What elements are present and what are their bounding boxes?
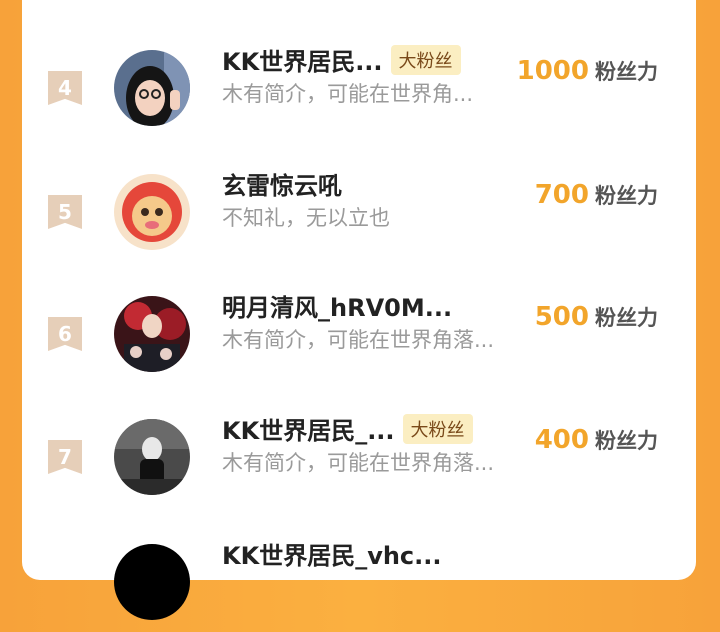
user-name[interactable]: KK世界居民_... 大粉丝 [222, 411, 473, 446]
ranking-row[interactable]: 4 KK世界居民... 大粉丝 木有简介，可能在世界角... 1000 粉丝力 [22, 38, 696, 138]
user-desc: 木有简介，可能在世界角... [222, 82, 474, 106]
user-name-text: KK世界居民_vhc... [222, 542, 442, 570]
fan-power-value: 400 [534, 425, 589, 455]
fan-power-unit: 粉丝力 [595, 184, 658, 208]
big-fan-badge: 大粉丝 [390, 45, 461, 75]
fan-power-value: 1000 [516, 56, 589, 86]
fan-power-value: 500 [534, 302, 589, 332]
ranking-row[interactable]: 6 明月清风_hRV0M... 木有简介，可能在世界角落... 500 粉丝力 [22, 284, 696, 384]
fan-power: 500 粉丝力 [535, 302, 658, 332]
big-fan-badge: 大粉丝 [402, 414, 473, 444]
fan-power-unit: 粉丝力 [595, 306, 658, 330]
fan-ranking-card: 4 KK世界居民... 大粉丝 木有简介，可能在世界角... 1000 粉丝力 5 [22, 0, 696, 620]
avatar[interactable] [114, 419, 190, 495]
user-desc: 木有简介，可能在世界角落... [222, 451, 495, 475]
rank-badge: 6 [48, 317, 82, 351]
user-name-text: KK世界居民_... [222, 417, 395, 445]
avatar[interactable] [114, 544, 190, 620]
rank-badge: 4 [48, 71, 82, 105]
ranking-row[interactable]: KK世界居民_vhc... [22, 532, 696, 632]
ranking-row[interactable]: 7 KK世界居民_... 大粉丝 木有简介，可能在世界角落... 400 粉丝力 [22, 407, 696, 507]
rank-badge: 5 [48, 195, 82, 229]
user-name[interactable]: KK世界居民_vhc... [222, 536, 442, 571]
user-name-text: 玄雷惊云吼 [222, 172, 342, 200]
user-name-text: 明月清风_hRV0M... [222, 294, 453, 322]
ranking-row[interactable]: 5 玄雷惊云吼 不知礼，无以立也 700 粉丝力 [22, 162, 696, 262]
fan-power: 400 粉丝力 [535, 425, 658, 455]
avatar[interactable] [114, 296, 190, 372]
fan-power-unit: 粉丝力 [595, 429, 658, 453]
user-name-text: KK世界居民... [222, 48, 383, 76]
fan-power: 1000 粉丝力 [517, 56, 658, 86]
fan-power-value: 700 [534, 180, 589, 210]
rank-badge: 7 [48, 440, 82, 474]
user-name[interactable]: 明月清风_hRV0M... [222, 288, 452, 323]
user-desc: 木有简介，可能在世界角落... [222, 328, 495, 352]
fan-power-unit: 粉丝力 [595, 60, 658, 84]
avatar[interactable] [114, 50, 190, 126]
user-name[interactable]: KK世界居民... 大粉丝 [222, 42, 461, 77]
user-desc: 不知礼，无以立也 [222, 206, 390, 230]
user-name[interactable]: 玄雷惊云吼 [222, 166, 342, 201]
fan-power: 700 粉丝力 [535, 180, 658, 210]
avatar[interactable] [114, 174, 190, 250]
